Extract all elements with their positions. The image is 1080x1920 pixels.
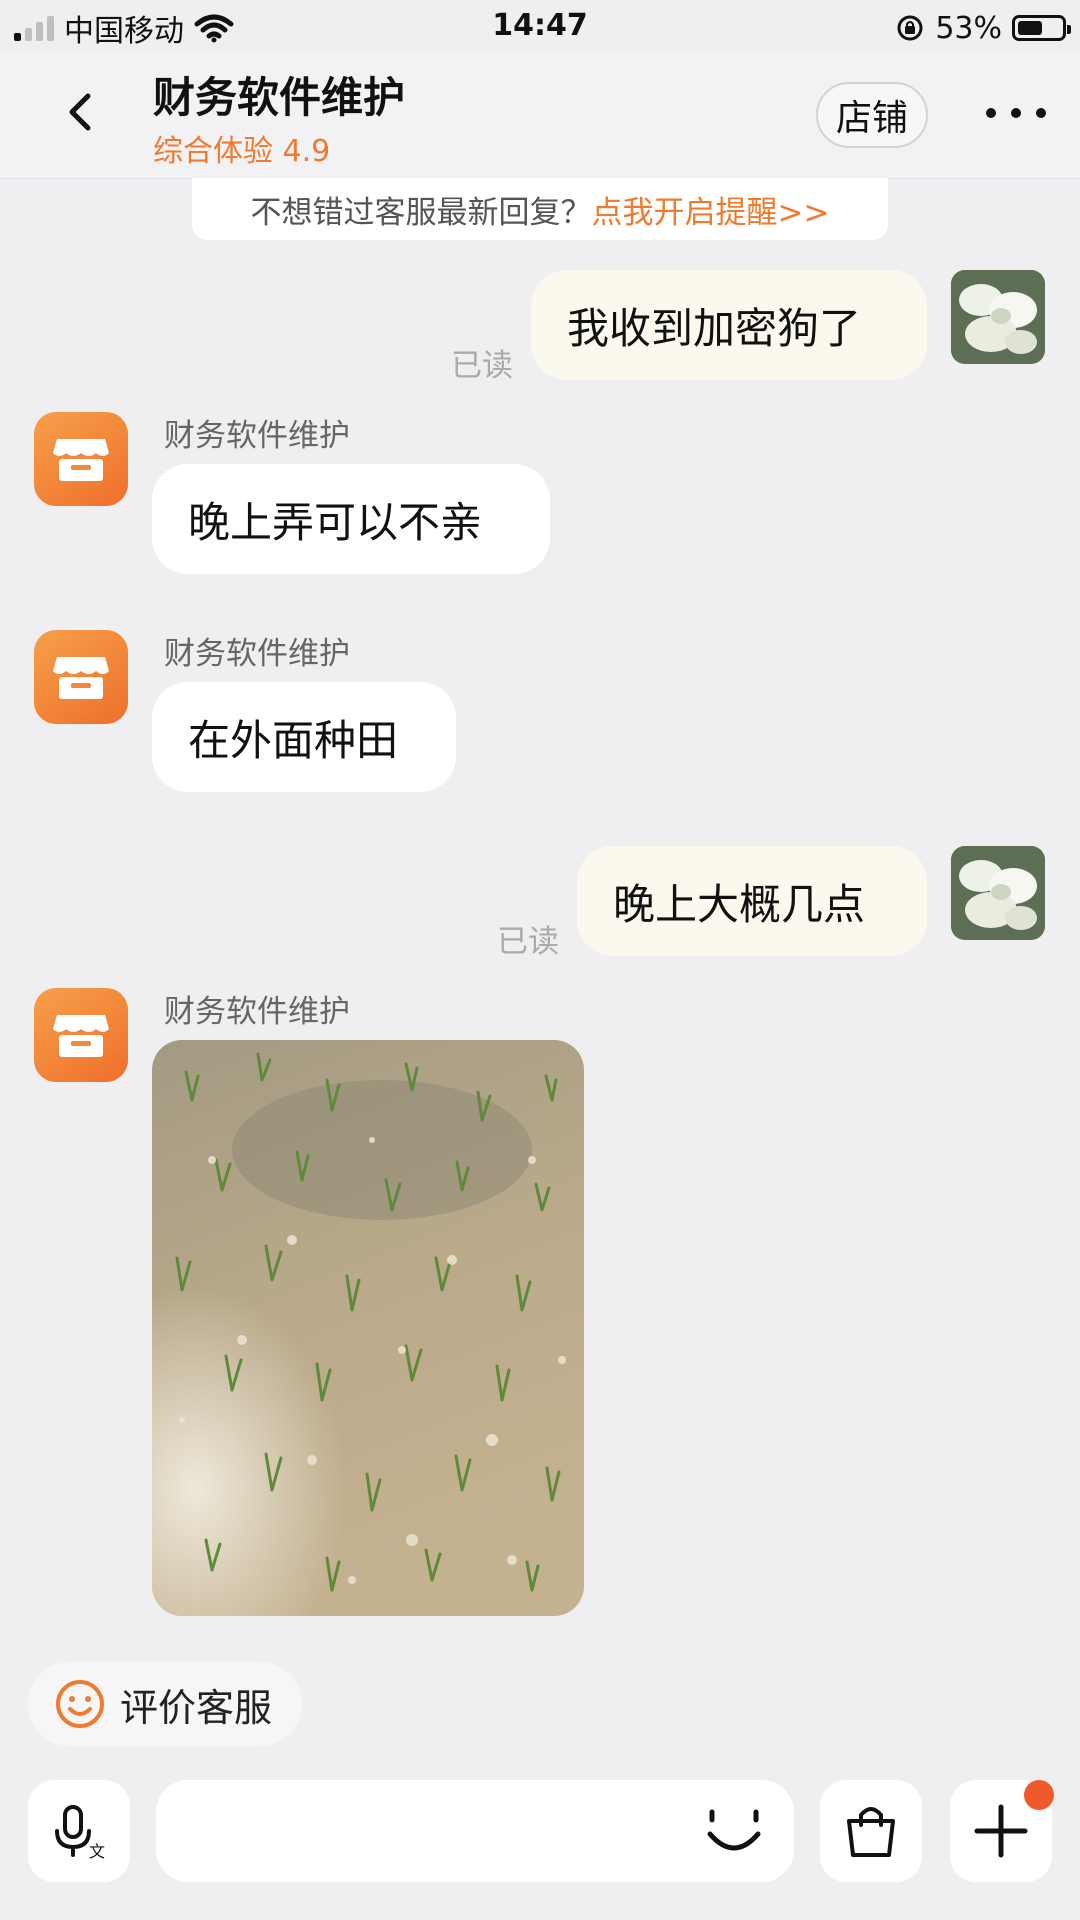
microphone-translate-icon: 文 <box>55 1805 105 1861</box>
read-status: 已读 <box>451 348 513 384</box>
message-bubble-outgoing[interactable]: 我收到加密狗了 <box>531 270 927 380</box>
read-status: 已读 <box>497 924 559 960</box>
message-input[interactable] <box>156 1780 794 1882</box>
status-right: 53% <box>895 8 1071 48</box>
message-bubble-outgoing[interactable]: 晚上大概几点 <box>577 846 927 956</box>
shop-button[interactable]: 店铺 <box>816 82 928 148</box>
rate-service-button[interactable]: 评价客服 <box>28 1662 302 1746</box>
store-icon <box>53 657 109 699</box>
message-bubble-incoming[interactable]: 在外面种田 <box>152 682 456 792</box>
smiley-icon <box>56 1680 104 1728</box>
store-icon <box>53 1015 109 1057</box>
rotation-lock-icon <box>897 15 923 41</box>
shopping-bag-icon <box>847 1807 895 1857</box>
rice-paddy-photo[interactable] <box>152 1040 584 1616</box>
notification-dot <box>1024 1780 1054 1810</box>
product-button[interactable] <box>820 1780 922 1882</box>
shop-avatar[interactable] <box>34 988 128 1082</box>
flower-avatar-image <box>951 846 1045 940</box>
more-icon[interactable] <box>986 104 1046 122</box>
sender-name: 财务软件维护 <box>164 994 350 1030</box>
battery-icon <box>1012 15 1071 41</box>
plus-icon <box>974 1804 1028 1858</box>
message-bubble-incoming[interactable]: 晚上弄可以不亲 <box>152 464 550 574</box>
status-bar: 中国移动 14:47 53% <box>0 0 1080 52</box>
flower-avatar-image <box>951 270 1045 364</box>
reply-reminder-banner[interactable]: 不想错过客服最新回复？ 点我开启提醒>> <box>192 178 888 240</box>
rate-service-label: 评价客服 <box>120 1685 273 1730</box>
sender-name: 财务软件维护 <box>164 418 350 454</box>
back-arrow-icon[interactable] <box>60 92 100 132</box>
emoji-icon[interactable] <box>706 1804 762 1860</box>
svg-text:文: 文 <box>89 1842 105 1861</box>
sender-name: 财务软件维护 <box>164 636 350 672</box>
chat-title: 财务软件维护 <box>153 73 406 122</box>
chat-header: 财务软件维护 综合体验 4.9 店铺 <box>0 52 1080 179</box>
user-avatar[interactable] <box>951 270 1045 364</box>
voice-input-button[interactable]: 文 <box>28 1780 130 1882</box>
notice-link[interactable]: 点我开启提醒>> <box>592 187 830 232</box>
shop-avatar[interactable] <box>34 630 128 724</box>
user-avatar[interactable] <box>951 846 1045 940</box>
rating-label: 综合体验 4.9 <box>153 134 331 169</box>
shop-avatar[interactable] <box>34 412 128 506</box>
notice-text: 不想错过客服最新回复？ <box>250 194 592 231</box>
store-icon <box>53 439 109 481</box>
battery-percent: 53% <box>935 10 1002 46</box>
